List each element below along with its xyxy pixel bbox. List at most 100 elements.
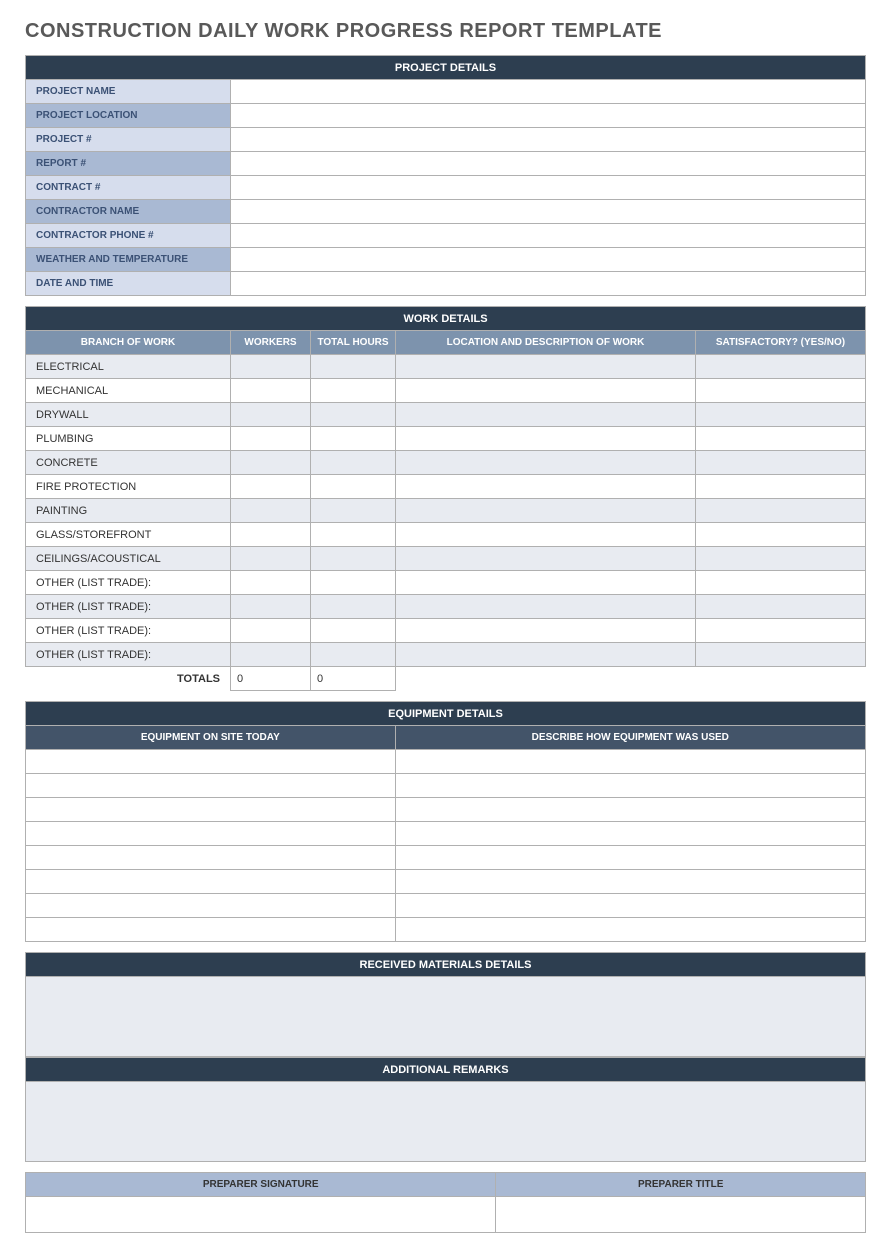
equipment-name[interactable]: [26, 798, 396, 822]
equipment-desc[interactable]: [395, 870, 865, 894]
materials-header: RECEIVED MATERIALS DETAILS: [26, 953, 866, 977]
work-satisfactory[interactable]: [695, 595, 865, 619]
equipment-name[interactable]: [26, 894, 396, 918]
work-location[interactable]: [396, 403, 696, 427]
work-location[interactable]: [396, 571, 696, 595]
work-location[interactable]: [396, 547, 696, 571]
work-hours[interactable]: [311, 379, 396, 403]
work-location[interactable]: [396, 595, 696, 619]
work-hours[interactable]: [311, 355, 396, 379]
project-field-label: CONTRACT #: [26, 176, 231, 200]
project-field-label: WEATHER AND TEMPERATURE: [26, 248, 231, 272]
work-hours[interactable]: [311, 475, 396, 499]
work-workers[interactable]: [231, 403, 311, 427]
project-field-value[interactable]: [231, 272, 866, 296]
totals-label: TOTALS: [26, 667, 231, 691]
preparer-title-header: PREPARER TITLE: [496, 1173, 866, 1197]
project-field-value[interactable]: [231, 104, 866, 128]
work-branch: PAINTING: [26, 499, 231, 523]
project-field-value[interactable]: [231, 200, 866, 224]
work-location[interactable]: [396, 379, 696, 403]
equipment-name[interactable]: [26, 774, 396, 798]
work-satisfactory[interactable]: [695, 499, 865, 523]
work-workers[interactable]: [231, 475, 311, 499]
equipment-name[interactable]: [26, 870, 396, 894]
work-hours[interactable]: [311, 451, 396, 475]
work-satisfactory[interactable]: [695, 547, 865, 571]
equipment-desc[interactable]: [395, 822, 865, 846]
work-workers[interactable]: [231, 499, 311, 523]
project-field-value[interactable]: [231, 248, 866, 272]
work-workers[interactable]: [231, 595, 311, 619]
remarks-table: ADDITIONAL REMARKS: [25, 1057, 866, 1162]
work-satisfactory[interactable]: [695, 643, 865, 667]
equipment-desc[interactable]: [395, 918, 865, 942]
work-branch: OTHER (LIST TRADE):: [26, 619, 231, 643]
project-field-value[interactable]: [231, 224, 866, 248]
work-location[interactable]: [396, 643, 696, 667]
work-hours[interactable]: [311, 523, 396, 547]
work-satisfactory[interactable]: [695, 619, 865, 643]
equipment-details-header: EQUIPMENT DETAILS: [26, 702, 866, 726]
work-hours[interactable]: [311, 595, 396, 619]
materials-table: RECEIVED MATERIALS DETAILS: [25, 952, 866, 1057]
work-satisfactory[interactable]: [695, 379, 865, 403]
work-hours[interactable]: [311, 643, 396, 667]
work-location[interactable]: [396, 427, 696, 451]
work-workers[interactable]: [231, 571, 311, 595]
work-hours[interactable]: [311, 571, 396, 595]
equipment-name[interactable]: [26, 918, 396, 942]
materials-content[interactable]: [26, 977, 866, 1057]
work-workers[interactable]: [231, 619, 311, 643]
work-workers[interactable]: [231, 547, 311, 571]
equipment-desc[interactable]: [395, 798, 865, 822]
project-field-label: REPORT #: [26, 152, 231, 176]
work-workers[interactable]: [231, 523, 311, 547]
work-location[interactable]: [396, 355, 696, 379]
preparer-title-cell[interactable]: [496, 1197, 866, 1233]
work-branch: ELECTRICAL: [26, 355, 231, 379]
work-satisfactory[interactable]: [695, 403, 865, 427]
col-location: LOCATION AND DESCRIPTION OF WORK: [396, 331, 696, 355]
remarks-content[interactable]: [26, 1082, 866, 1162]
equipment-desc[interactable]: [395, 750, 865, 774]
work-satisfactory[interactable]: [695, 571, 865, 595]
work-workers[interactable]: [231, 643, 311, 667]
work-location[interactable]: [396, 475, 696, 499]
work-satisfactory[interactable]: [695, 523, 865, 547]
project-field-label: PROJECT NAME: [26, 80, 231, 104]
work-workers[interactable]: [231, 379, 311, 403]
project-field-value[interactable]: [231, 128, 866, 152]
work-hours[interactable]: [311, 619, 396, 643]
work-location[interactable]: [396, 499, 696, 523]
preparer-signature-cell[interactable]: [26, 1197, 496, 1233]
work-hours[interactable]: [311, 499, 396, 523]
totals-workers[interactable]: 0: [231, 667, 311, 691]
work-satisfactory[interactable]: [695, 475, 865, 499]
work-hours[interactable]: [311, 547, 396, 571]
work-workers[interactable]: [231, 355, 311, 379]
work-workers[interactable]: [231, 427, 311, 451]
work-hours[interactable]: [311, 427, 396, 451]
equipment-name[interactable]: [26, 822, 396, 846]
equipment-name[interactable]: [26, 846, 396, 870]
work-location[interactable]: [396, 619, 696, 643]
equipment-desc[interactable]: [395, 894, 865, 918]
project-field-label: PROJECT #: [26, 128, 231, 152]
work-satisfactory[interactable]: [695, 451, 865, 475]
project-details-header: PROJECT DETAILS: [26, 56, 866, 80]
equipment-desc[interactable]: [395, 846, 865, 870]
equipment-desc[interactable]: [395, 774, 865, 798]
project-field-value[interactable]: [231, 152, 866, 176]
work-location[interactable]: [396, 451, 696, 475]
work-satisfactory[interactable]: [695, 355, 865, 379]
work-satisfactory[interactable]: [695, 427, 865, 451]
work-hours[interactable]: [311, 403, 396, 427]
work-workers[interactable]: [231, 451, 311, 475]
project-field-value[interactable]: [231, 176, 866, 200]
totals-hours[interactable]: 0: [311, 667, 396, 691]
work-location[interactable]: [396, 523, 696, 547]
remarks-header: ADDITIONAL REMARKS: [26, 1058, 866, 1082]
equipment-name[interactable]: [26, 750, 396, 774]
project-field-value[interactable]: [231, 80, 866, 104]
